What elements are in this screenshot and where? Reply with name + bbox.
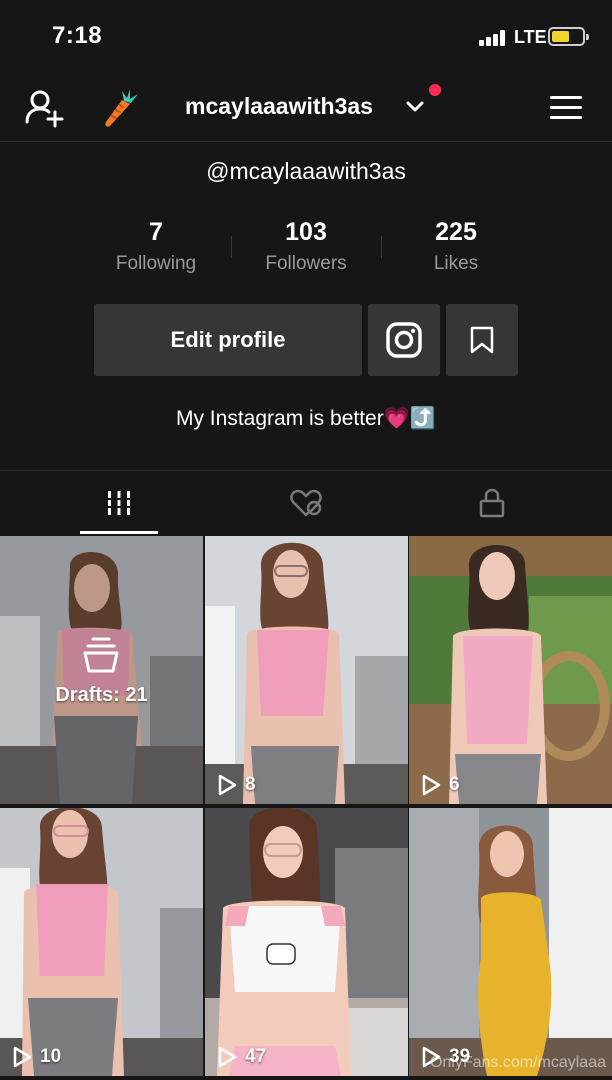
video-thumbnail <box>205 536 408 804</box>
username-switcher[interactable]: mcaylaaawith3as <box>185 93 373 120</box>
video-thumbnail <box>0 808 203 1076</box>
profile-tabs <box>0 470 612 534</box>
liked-heart-icon <box>290 489 322 517</box>
menu-icon[interactable] <box>548 94 584 122</box>
network-label: LTE <box>514 27 547 47</box>
play-icon <box>218 774 237 796</box>
stat-value: 7 <box>149 218 163 246</box>
tab-liked[interactable] <box>204 471 408 535</box>
favorites-button[interactable] <box>446 304 518 376</box>
battery-icon <box>548 27 589 46</box>
stat-value: 225 <box>435 218 477 246</box>
video-thumbnail <box>409 808 612 1076</box>
add-user-icon[interactable] <box>24 88 66 128</box>
bio-text: My Instagram is better💗⤴️ <box>175 407 437 430</box>
view-count-label: 6 <box>449 774 460 795</box>
status-bar: 7:18 LTE <box>0 0 612 76</box>
status-time: 7:18 <box>52 22 103 49</box>
notification-dot <box>429 84 441 96</box>
view-count: 47 <box>217 1046 266 1068</box>
drafts-tile[interactable]: Drafts: 21 <box>0 536 203 804</box>
view-count: 10 <box>12 1046 61 1068</box>
active-tab-indicator <box>80 531 158 534</box>
chevron-down-icon[interactable] <box>405 100 425 114</box>
stat-value: 103 <box>285 218 327 246</box>
video-tile[interactable]: 6 <box>409 536 612 804</box>
watermark-text: OnlyFans.com/mcaylaaa <box>429 1054 606 1071</box>
video-tile[interactable]: 47 <box>205 808 408 1076</box>
bookmark-icon <box>470 326 494 354</box>
video-tile[interactable]: 39 OnlyFans.com/mcaylaaa <box>409 808 612 1076</box>
view-count-label: 10 <box>40 1046 62 1067</box>
drafts-box-icon <box>83 637 119 673</box>
profile-handle: @mcaylaaawith3as <box>206 158 406 184</box>
stat-label: Following <box>115 253 197 274</box>
signal-icon <box>479 30 507 46</box>
stat-followers[interactable]: 103 Followers <box>231 218 381 275</box>
stat-likes[interactable]: 225 Likes <box>381 218 531 275</box>
view-count-label: 47 <box>245 1046 267 1067</box>
view-count: 6 <box>421 774 460 796</box>
video-thumbnail <box>409 536 612 804</box>
tab-private[interactable] <box>390 471 594 535</box>
stat-following[interactable]: 7 Following <box>81 218 231 275</box>
play-icon <box>13 1046 32 1068</box>
video-grid: Drafts: 21 8 6 10 47 39 OnlyFans.com/mca… <box>0 536 612 1080</box>
instagram-icon <box>386 322 422 358</box>
drafts-label: Drafts: 21 <box>55 684 148 706</box>
video-tile[interactable]: 8 <box>205 536 408 804</box>
lock-icon <box>479 488 505 518</box>
top-nav: mcaylaaawith3as <box>0 76 612 142</box>
video-tile[interactable]: 10 <box>0 808 203 1076</box>
edit-profile-button[interactable]: Edit profile <box>94 304 362 376</box>
stat-label: Likes <box>433 253 479 274</box>
play-icon <box>218 1046 237 1068</box>
carrot-icon[interactable] <box>96 86 140 130</box>
video-thumbnail <box>205 808 408 1076</box>
stat-label: Followers <box>265 253 347 274</box>
play-icon <box>422 774 441 796</box>
grid-bars-icon <box>106 491 132 515</box>
instagram-button[interactable] <box>368 304 440 376</box>
view-count-label: 8 <box>245 774 256 795</box>
drafts-overlay: Drafts: 21 <box>0 536 203 804</box>
tab-videos[interactable] <box>17 471 221 535</box>
view-count: 8 <box>217 774 256 796</box>
